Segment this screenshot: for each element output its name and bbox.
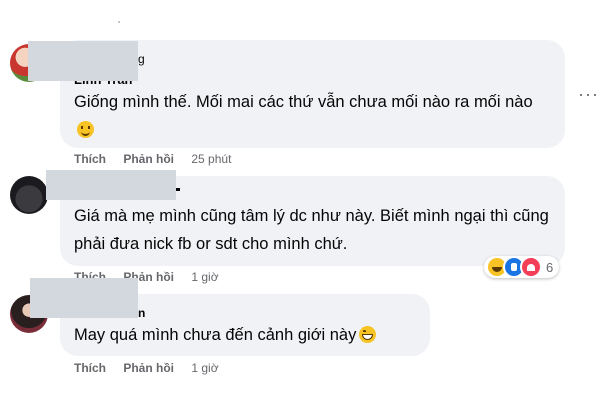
redaction-block	[30, 278, 138, 318]
like-button[interactable]: Thích	[74, 152, 106, 166]
comment-text-body: May quá mình chưa đến cảnh giới này	[74, 326, 357, 344]
comment-text: Giá mà mẹ mình cũng tâm lý dc như này. B…	[74, 207, 549, 253]
redaction-block	[46, 170, 176, 200]
avatar[interactable]	[10, 176, 48, 214]
comment-timestamp[interactable]: 1 giờ	[191, 361, 218, 375]
decorative-dot	[118, 21, 120, 23]
reply-button[interactable]: Phản hồi	[123, 152, 174, 166]
comment-text: Giống mình thế. Mối mai các thứ vẫn chưa…	[74, 88, 544, 144]
comment-actions: Thích Phản hồi 25 phút	[74, 152, 231, 166]
commenter-name-fragment	[176, 188, 180, 191]
commenter-name-fragment: g	[138, 52, 145, 66]
like-button[interactable]: Thích	[74, 361, 106, 375]
commenter-name-fragment: n	[138, 306, 146, 320]
comment-timestamp[interactable]: 1 giờ	[191, 270, 218, 284]
more-options-icon[interactable]: ···	[578, 84, 599, 105]
comment-text: May quá mình chưa đến cảnh giới này	[74, 321, 424, 349]
comment-actions: Thích Phản hồi 1 giờ	[74, 361, 219, 375]
reply-button[interactable]: Phản hồi	[123, 361, 174, 375]
love-icon	[520, 256, 542, 278]
comment-text-body: Giống mình thế. Mối mai các thứ vẫn chưa…	[74, 93, 533, 111]
slightly-smiling-face-icon	[77, 121, 94, 138]
redaction-block	[28, 41, 138, 81]
comment-timestamp[interactable]: 25 phút	[191, 152, 231, 166]
reaction-count: 6	[546, 259, 554, 275]
grinning-face-icon	[359, 326, 377, 343]
reaction-summary[interactable]: 6	[484, 256, 560, 278]
